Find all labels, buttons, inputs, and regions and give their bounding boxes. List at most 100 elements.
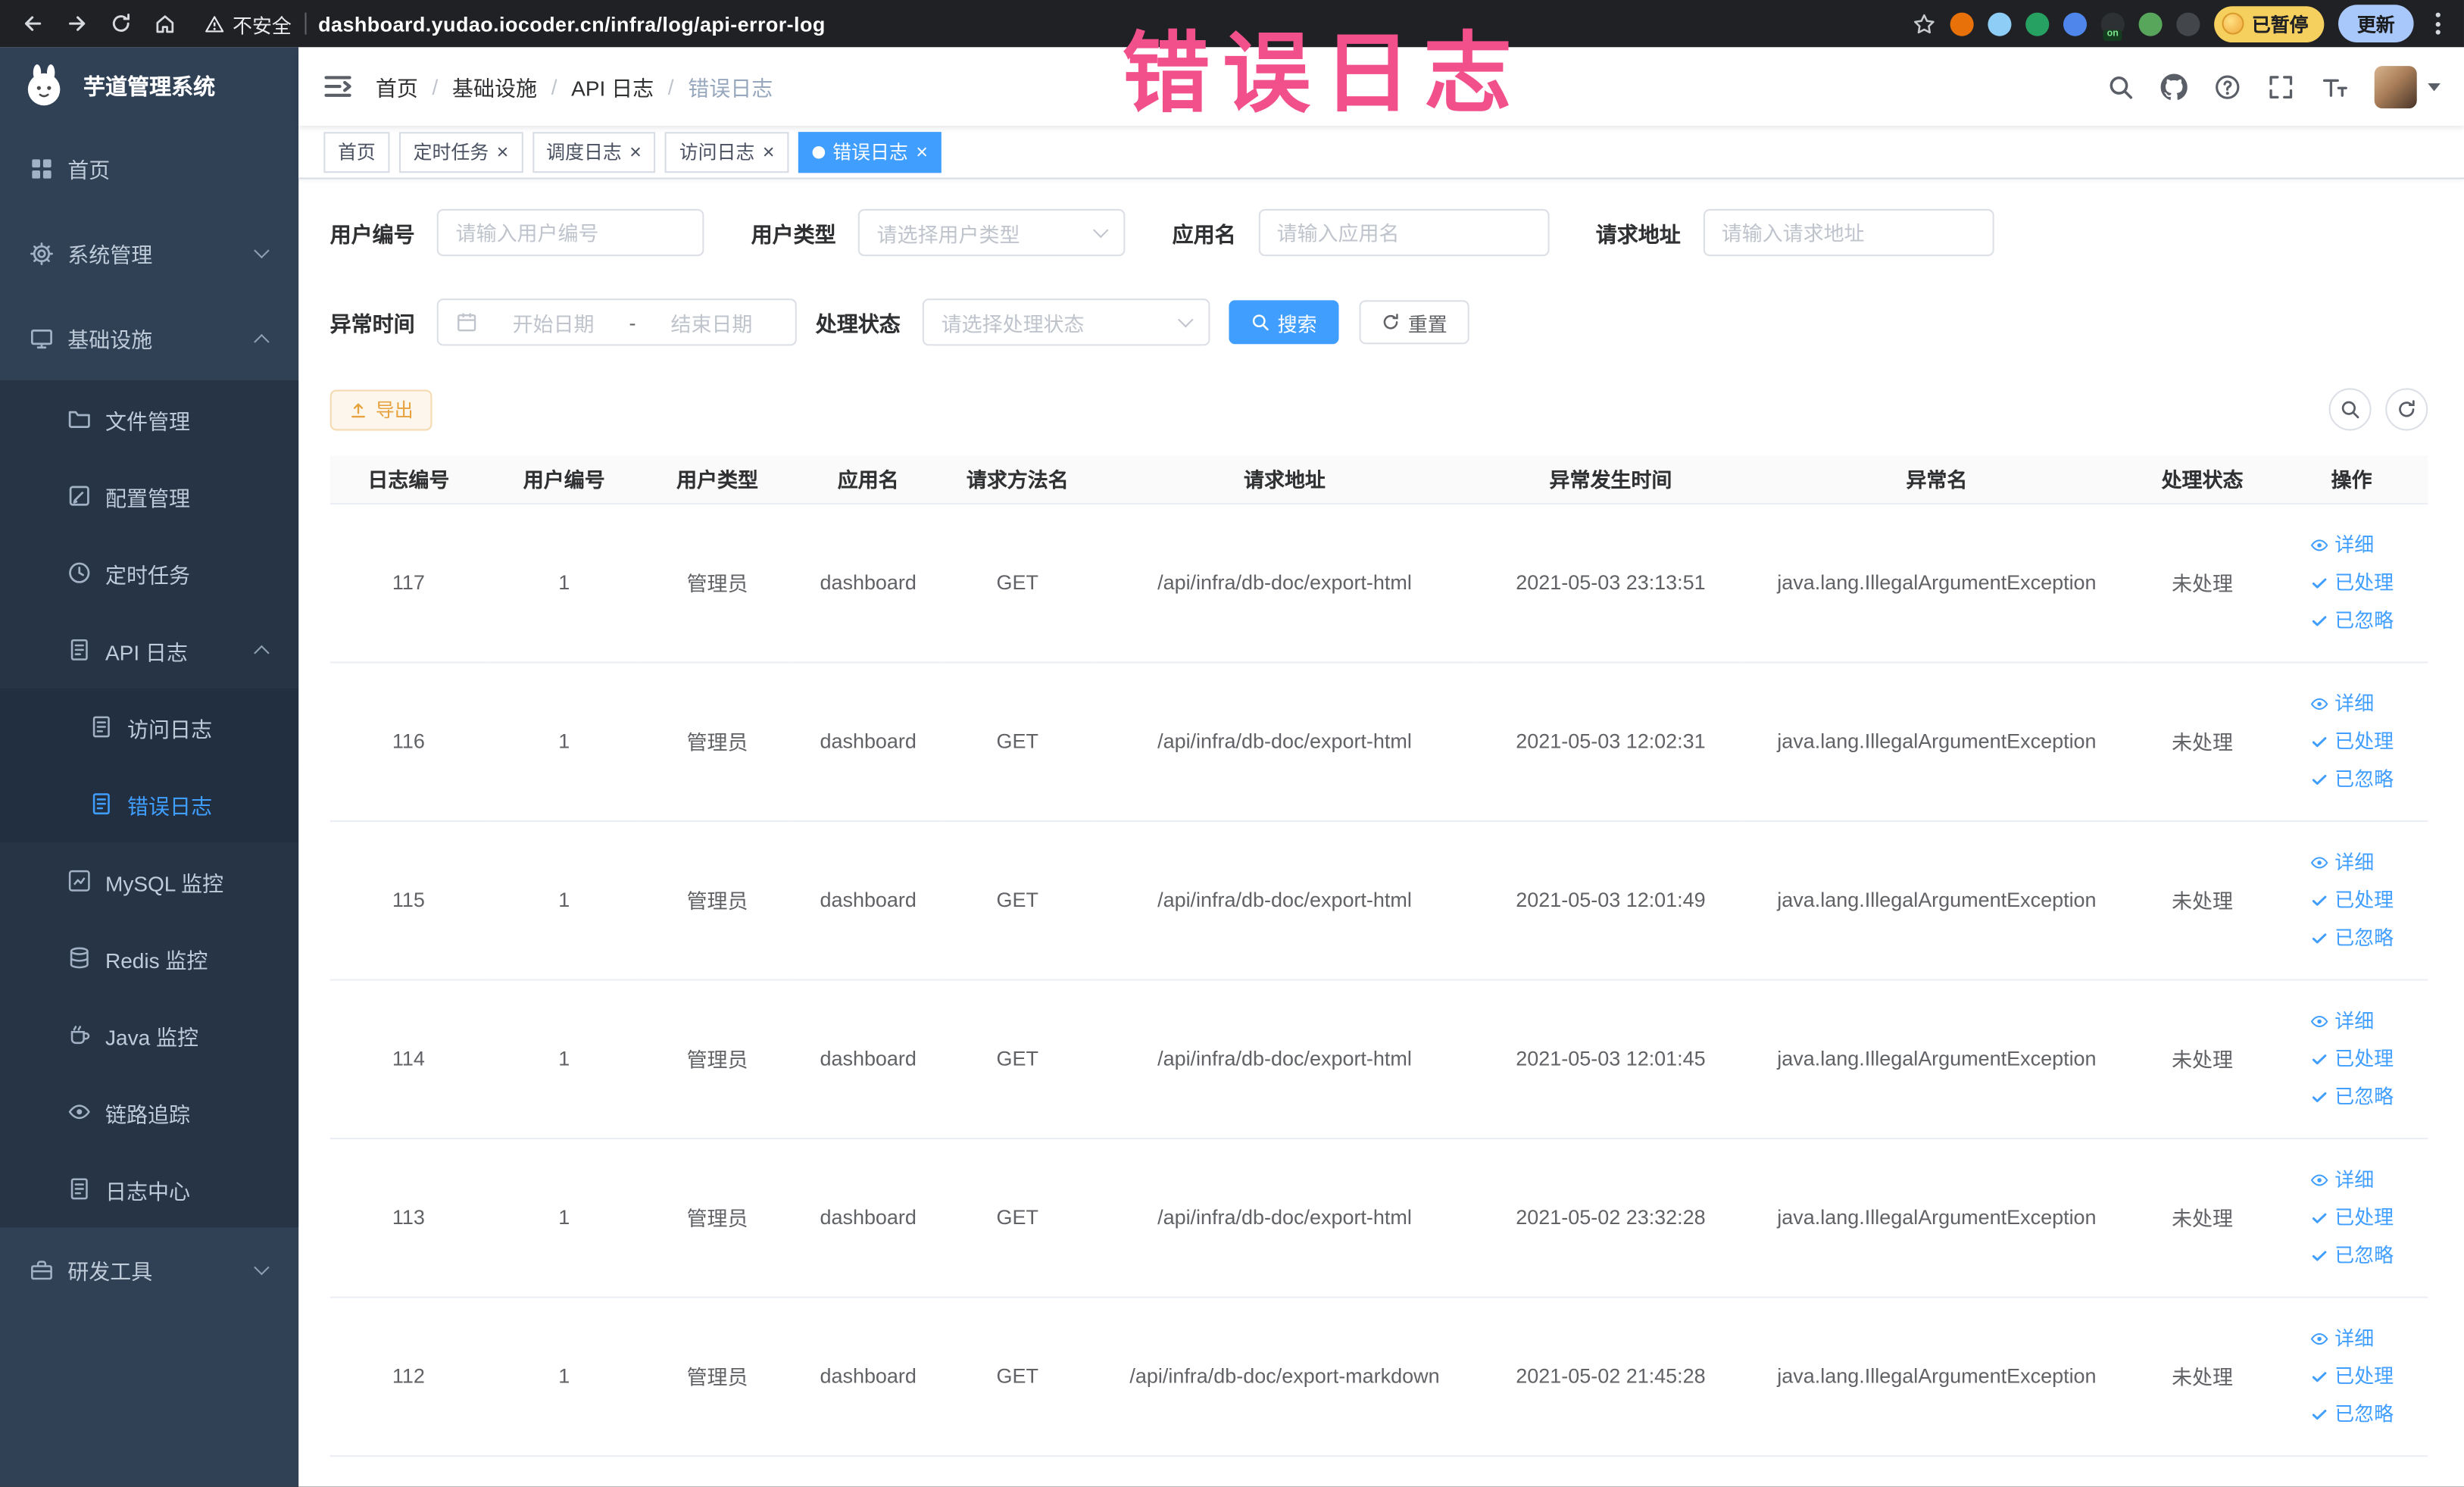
back-button[interactable] [16, 6, 51, 41]
paused-extension-badge[interactable]: 已暂停 [2214, 5, 2325, 42]
avatar[interactable] [2374, 65, 2417, 108]
breadcrumb: 首页 / 基础设施 / API 日志 / 错误日志 [376, 70, 773, 102]
sidebar-item-job[interactable]: 定时任务 [0, 534, 299, 612]
row-action-ignored[interactable]: 已忽略 [2309, 761, 2394, 796]
sidebar-item-home[interactable]: 首页 [0, 126, 298, 211]
process-status-select[interactable]: 请选择处理状态 [922, 298, 1210, 346]
user-menu[interactable] [2374, 65, 2441, 108]
row-action-processed[interactable]: 已处理 [2309, 1358, 2394, 1393]
row-action-ignored[interactable]: 已忽略 [2309, 1238, 2394, 1273]
browser-menu-icon[interactable] [2428, 12, 2448, 35]
sidebar-item-infra[interactable]: 基础设施 [0, 295, 298, 380]
extension-badge: on [2103, 29, 2122, 40]
address-bar[interactable]: 不安全 dashboard.yudao.iocoder.cn/infra/log… [205, 8, 826, 38]
toggle-search-button[interactable] [2328, 388, 2372, 431]
search-icon[interactable] [2107, 73, 2134, 99]
filter-exception-time: 异常时间 开始日期 - 结束日期 [330, 298, 797, 346]
table-cell: 管理员 [641, 979, 794, 1139]
sidebar-item-redis[interactable]: Redis 监控 [0, 919, 299, 997]
row-action-processed[interactable]: 已处理 [2309, 723, 2394, 758]
row-action-processed[interactable]: 已处理 [2309, 1041, 2394, 1076]
user-id-input[interactable] [436, 208, 704, 257]
url-text[interactable]: dashboard.yudao.iocoder.cn/infra/log/api… [318, 12, 826, 36]
row-action-detail[interactable]: 详细 [2309, 686, 2374, 721]
extension-icon[interactable] [1988, 11, 2012, 36]
refresh-table-button[interactable] [2385, 388, 2428, 431]
breadcrumb-item[interactable]: API 日志 [571, 70, 654, 102]
extension-icon[interactable] [2025, 11, 2050, 36]
row-action-detail[interactable]: 详细 [2309, 1162, 2374, 1197]
reset-button[interactable]: 重置 [1359, 300, 1469, 345]
app-logo[interactable]: 芋道管理系统 [0, 47, 298, 126]
sidebar-item-access-log[interactable]: 访问日志 [0, 688, 299, 766]
sidebar-item-system[interactable]: 系统管理 [0, 211, 298, 295]
tab-label: 调度日志 [546, 141, 622, 164]
export-button[interactable]: 导出 [329, 389, 433, 430]
tab-4[interactable]: 错误日志 × [798, 131, 942, 173]
close-icon[interactable]: × [497, 142, 509, 162]
action-label: 已处理 [2334, 1047, 2394, 1070]
tab-1[interactable]: 定时任务 × [398, 131, 523, 173]
table-cell: 管理员 [641, 661, 794, 821]
tab-2[interactable]: 调度日志 × [532, 131, 656, 173]
sidebar-item-dev-tools[interactable]: 研发工具 [0, 1227, 298, 1312]
extension-icon[interactable]: on [2100, 11, 2125, 40]
tab-0[interactable]: 首页 [323, 131, 390, 173]
site-security[interactable]: 不安全 [205, 8, 292, 38]
sidebar-item-java[interactable]: Java 监控 [0, 996, 299, 1073]
chevron-down-icon [2428, 82, 2441, 91]
extension-icon[interactable] [2138, 11, 2163, 36]
sidebar-toggle-icon[interactable] [322, 70, 353, 102]
forward-icon [66, 13, 88, 35]
row-action-ignored[interactable]: 已忽略 [2309, 920, 2394, 955]
chevron-down-icon [254, 242, 270, 258]
reload-button[interactable] [104, 6, 139, 41]
home-button[interactable] [148, 6, 183, 41]
filter-process-status: 处理状态 请选择处理状态 [816, 298, 1210, 346]
close-icon[interactable]: × [629, 142, 642, 162]
row-action-detail[interactable]: 详细 [2309, 1004, 2374, 1039]
row-action-processed[interactable]: 已处理 [2309, 1200, 2394, 1235]
row-action-detail[interactable]: 详细 [2309, 845, 2374, 879]
extension-icon[interactable] [1950, 11, 1974, 36]
table-cell: 管理员 [641, 1296, 794, 1457]
sidebar-item-mysql[interactable]: MySQL 监控 [0, 842, 299, 920]
breadcrumb-item[interactable]: 基础设施 [452, 70, 537, 102]
breadcrumb-item[interactable]: 首页 [376, 70, 418, 102]
request-url-input[interactable] [1702, 208, 1994, 257]
sidebar-item-trace[interactable]: 链路追踪 [0, 1073, 299, 1151]
bookmark-star-icon[interactable] [1913, 12, 1936, 36]
help-icon[interactable] [2214, 73, 2241, 99]
date-start-placeholder: 开始日期 [512, 311, 595, 336]
sidebar-item-file[interactable]: 文件管理 [0, 380, 299, 458]
fullscreen-icon[interactable] [2268, 73, 2294, 99]
tab-3[interactable]: 访问日志 × [665, 131, 789, 173]
row-action-ignored[interactable]: 已忽略 [2309, 1396, 2394, 1431]
table-header-row: 日志编号 用户编号 用户类型 应用名 请求方法名 请求地址 异常发生时间 异常名 处理状态 操作 [329, 455, 2428, 504]
user-type-select[interactable]: 请选择用户类型 [857, 208, 1126, 257]
row-action-detail[interactable]: 详细 [2309, 527, 2374, 562]
row-action-processed[interactable]: 已处理 [2309, 565, 2394, 600]
row-action-ignored[interactable]: 已忽略 [2309, 603, 2394, 638]
fontsize-icon[interactable] [2321, 73, 2347, 99]
close-icon[interactable]: × [916, 142, 928, 162]
forward-button[interactable] [60, 6, 95, 41]
sidebar-item-config[interactable]: 配置管理 [0, 457, 299, 535]
table-cell: 2021-05-03 12:02:31 [1477, 661, 1744, 821]
extension-icon[interactable] [2176, 11, 2200, 36]
github-icon[interactable] [2160, 73, 2188, 99]
main-area: 首页 / 基础设施 / API 日志 / 错误日志 首页 定时任务 × 调度日志 × 访问日志 × 错误日… [298, 47, 2464, 1487]
row-action-detail[interactable]: 详细 [2309, 1321, 2374, 1356]
row-action-processed[interactable]: 已处理 [2309, 883, 2394, 917]
search-button[interactable]: 搜索 [1229, 300, 1339, 345]
sidebar-item-error-log[interactable]: 错误日志 [0, 765, 299, 842]
app-name-input[interactable] [1257, 208, 1549, 257]
sidebar-item-api-log[interactable]: API 日志 [0, 611, 299, 689]
extension-icon[interactable] [2063, 11, 2088, 36]
browser-update-button[interactable]: 更新 [2338, 5, 2414, 43]
row-action-ignored[interactable]: 已忽略 [2309, 1079, 2394, 1114]
filter-app-name: 应用名 [1173, 208, 1549, 257]
date-range-picker[interactable]: 开始日期 - 结束日期 [436, 298, 797, 346]
sidebar-item-log-center[interactable]: 日志中心 [0, 1150, 299, 1228]
close-icon[interactable]: × [763, 142, 775, 162]
